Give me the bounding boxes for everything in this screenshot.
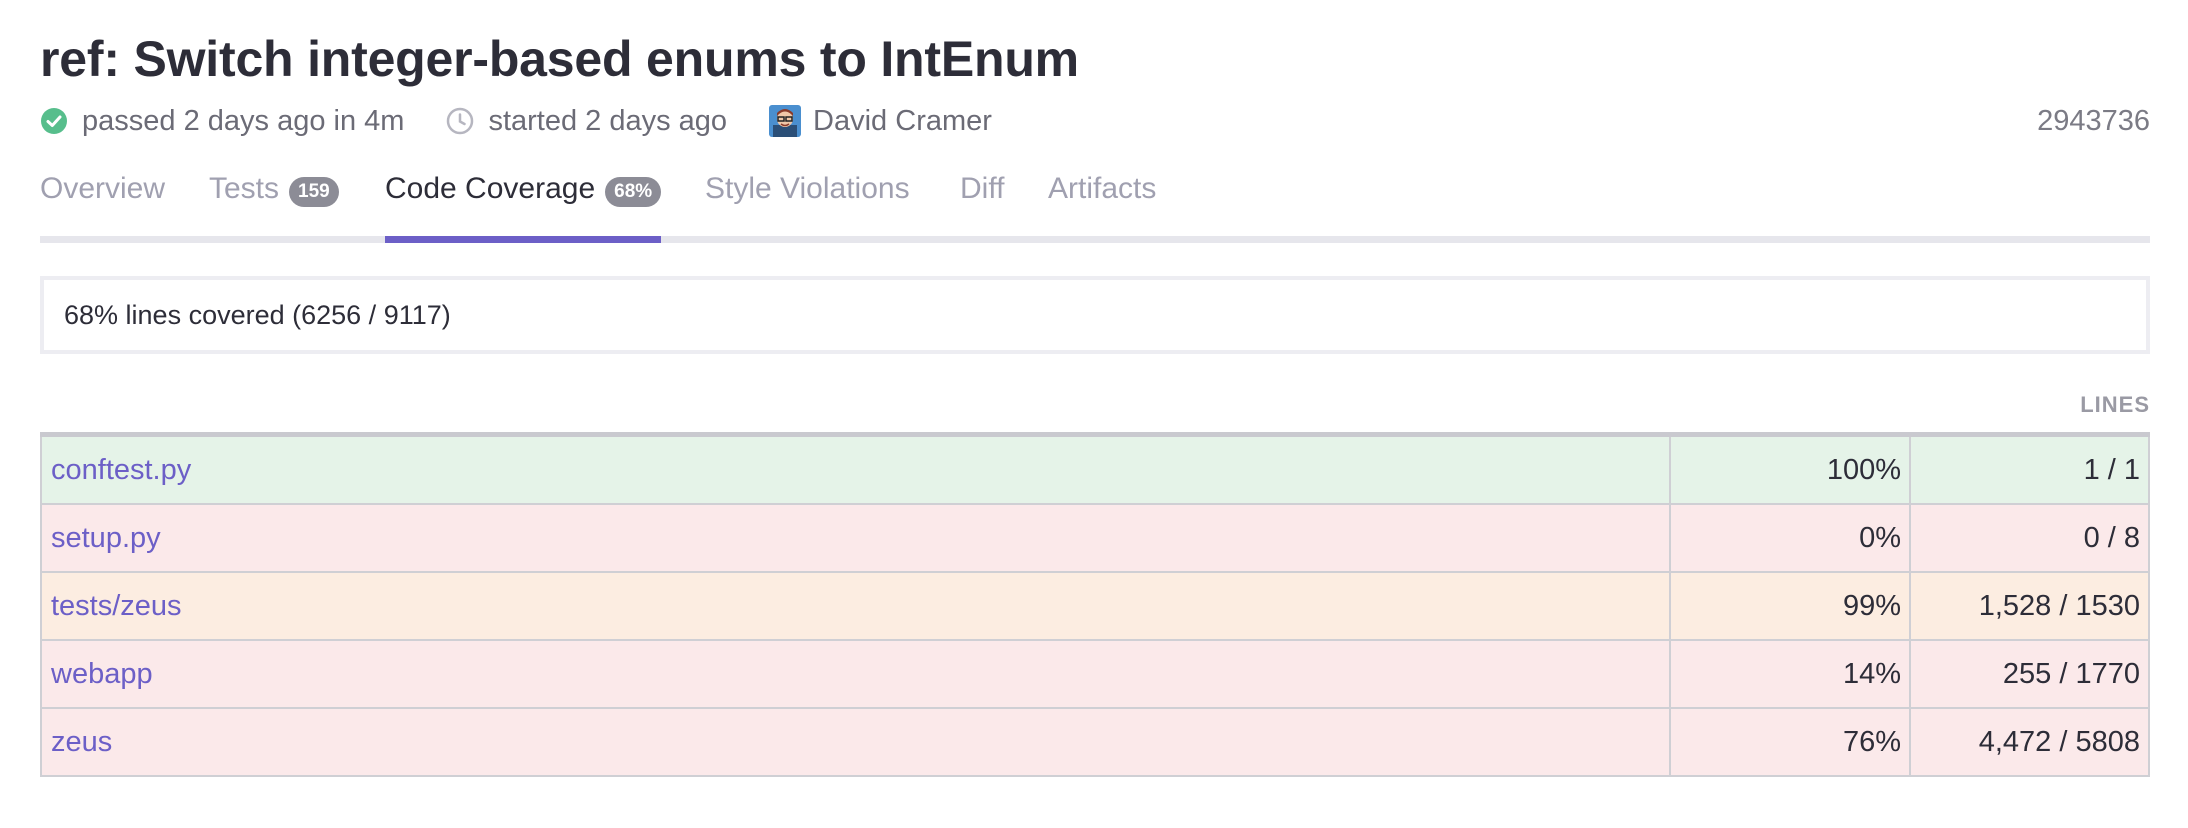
coverage-lines: 255 / 1770 — [2002, 657, 2140, 690]
tab-label: Diff — [960, 172, 1005, 205]
tab-artifacts[interactable]: Artifacts — [1048, 168, 1156, 236]
page-title: ref: Switch integer-based enums to IntEn… — [40, 31, 1079, 87]
check-circle-icon — [40, 107, 68, 135]
coverage-badge: 68% — [605, 177, 662, 207]
author-name: David Cramer — [813, 104, 992, 137]
tab-diff[interactable]: Diff — [960, 168, 1004, 236]
build-started-text: started 2 days ago — [488, 104, 728, 137]
tab-label: Code Coverage — [385, 172, 596, 205]
coverage-lines: 0 / 8 — [2083, 521, 2140, 554]
coverage-summary-text: 68% lines covered (6256 / 9117) — [64, 299, 451, 330]
tab-overview[interactable]: Overview — [40, 168, 165, 236]
coverage-percent: 99% — [1671, 573, 1911, 639]
build-id: 2943736 — [2037, 104, 2150, 137]
coverage-percent: 14% — [1671, 641, 1911, 707]
coverage-lines: 4,472 / 5808 — [1978, 725, 2140, 758]
build-meta: passed 2 days ago in 4m started 2 days a… — [40, 100, 1034, 142]
tab-label: Overview — [40, 172, 166, 205]
build-status-text: passed 2 days ago in 4m — [82, 104, 405, 137]
build-author[interactable]: David Cramer — [769, 105, 992, 138]
table-row: setup.py 0% 0 / 8 — [40, 505, 2150, 573]
coverage-lines: 1 / 1 — [2083, 453, 2140, 486]
tab-label: Style Violations — [705, 172, 910, 205]
tab-code-coverage[interactable]: Code Coverage 68% — [385, 168, 662, 243]
file-link[interactable]: zeus — [42, 709, 1671, 775]
coverage-percent: 76% — [1671, 709, 1911, 775]
count-badge: 159 — [289, 177, 339, 207]
table-row: webapp 14% 255 / 1770 — [40, 641, 2150, 709]
tab-label: Artifacts — [1048, 172, 1157, 205]
clock-icon — [446, 107, 474, 135]
coverage-lines: 1,528 / 1530 — [1978, 589, 2140, 622]
file-link[interactable]: conftest.py — [42, 437, 1671, 503]
table-row: tests/zeus 99% 1,528 / 1530 — [40, 573, 2150, 641]
coverage-summary: 68% lines covered (6256 / 9117) — [40, 276, 2150, 354]
avatar — [769, 105, 802, 137]
file-link[interactable]: tests/zeus — [42, 573, 1671, 639]
coverage-percent: 0% — [1671, 505, 1911, 571]
build-status: passed 2 days ago in 4m — [40, 105, 404, 138]
tab-style-violations[interactable]: Style Violations — [705, 168, 910, 236]
tab-tests[interactable]: Tests 159 — [209, 168, 339, 236]
build-detail-page: ref: Switch integer-based enums to IntEn… — [0, 0, 2188, 828]
build-started: started 2 days ago — [446, 105, 727, 138]
lines-column-header: LINES — [2080, 392, 2150, 417]
coverage-percent: 100% — [1671, 437, 1911, 503]
table-row: zeus 76% 4,472 / 5808 — [40, 709, 2150, 777]
coverage-table: conftest.py 100% 1 / 1 setup.py 0% 0 / 8… — [40, 432, 2150, 777]
table-row: conftest.py 100% 1 / 1 — [40, 437, 2150, 505]
tab-bar: Overview Tests 159 Code Coverage 68% Sty… — [40, 168, 2150, 243]
tab-label: Tests — [209, 172, 280, 205]
file-link[interactable]: webapp — [42, 641, 1671, 707]
file-link[interactable]: setup.py — [42, 505, 1671, 571]
